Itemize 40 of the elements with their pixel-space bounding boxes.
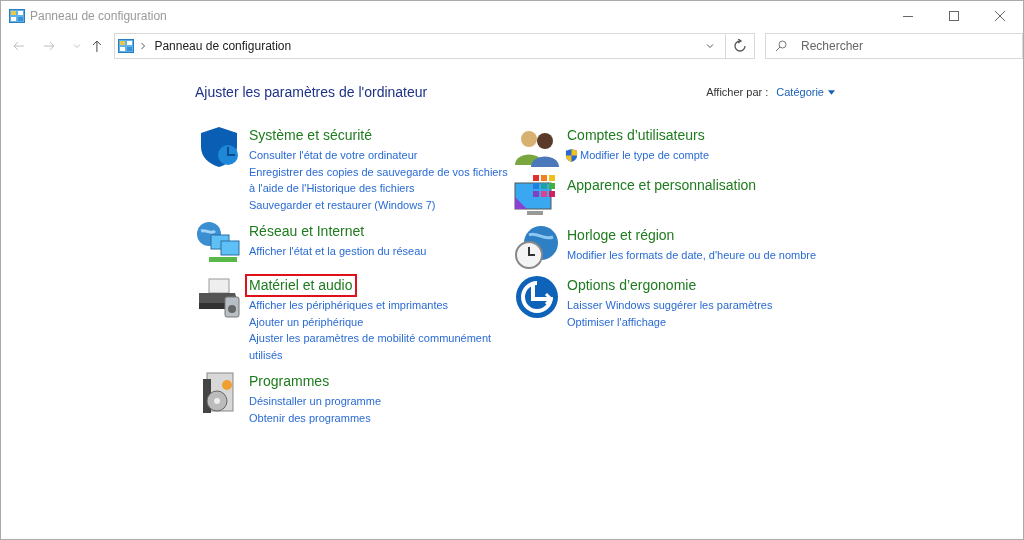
category-link[interactable]: Horloge et région [563, 224, 679, 247]
task-link[interactable]: Obtenir des programmes [249, 409, 371, 426]
accessibility-icon [513, 273, 561, 321]
task-link[interactable]: Ajouter un périphérique [249, 313, 364, 330]
globe-clock-icon [513, 223, 561, 271]
up-arrow-icon[interactable] [90, 40, 103, 52]
category-link[interactable]: Système et sécurité [245, 124, 376, 147]
control-panel-icon [118, 39, 135, 53]
task-link[interactable]: Afficher l'état et la gestion du réseau [249, 243, 427, 260]
page-heading: Ajuster les paramètres de l'ordinateur [195, 84, 428, 100]
task-link[interactable]: Consulter l'état de votre ordinateur [249, 147, 418, 164]
chevron-right-icon [140, 42, 147, 50]
address-bar[interactable]: Panneau de configuration [114, 33, 726, 59]
refresh-button[interactable] [725, 33, 755, 59]
task-link[interactable]: Enregistrer des copies de sauvegarde de vos fichiers à l'aide de l'Historique des fichiers [249, 163, 509, 197]
task-link[interactable]: Sauvegarder et restaurer (Windows 7) [249, 196, 436, 213]
category-link[interactable]: Programmes [245, 370, 334, 393]
category-link[interactable]: Comptes d’utilisateurs [563, 124, 709, 147]
task-link[interactable]: Modifier le type de compte [580, 147, 709, 164]
task-link[interactable]: Désinstaller un programme [249, 393, 382, 410]
control-panel-icon [9, 9, 25, 23]
close-icon[interactable] [994, 10, 1006, 22]
view-by-dropdown[interactable]: Catégorie [776, 86, 835, 98]
breadcrumb-item[interactable]: Panneau de configuration [154, 39, 292, 53]
task-link[interactable]: Afficher les périphériques et imprimantes [249, 297, 449, 314]
task-link[interactable]: Modifier les formats de date, d'heure ou de nombre [567, 247, 817, 264]
window-title: Panneau de configuration [30, 9, 167, 23]
task-link[interactable]: Ajuster les paramètres de mobilité communément utilisés [249, 330, 509, 363]
category-link[interactable]: Matériel et audio [245, 274, 357, 297]
search-field[interactable]: Rechercher [765, 33, 1023, 59]
category-link[interactable]: Réseau et Internet [245, 220, 369, 243]
view-by-label: Afficher par : [706, 86, 769, 98]
refresh-icon [733, 39, 748, 53]
category-link[interactable]: Apparence et personnalisation [563, 174, 761, 197]
caret-icon [828, 89, 835, 95]
task-link[interactable]: Optimiser l'affichage [567, 313, 667, 330]
search-icon [775, 40, 787, 52]
maximize-icon[interactable] [948, 10, 960, 22]
category-link[interactable]: Options d’ergonomie [563, 274, 701, 297]
task-link[interactable]: Laisser Windows suggérer les paramètres [567, 297, 773, 314]
